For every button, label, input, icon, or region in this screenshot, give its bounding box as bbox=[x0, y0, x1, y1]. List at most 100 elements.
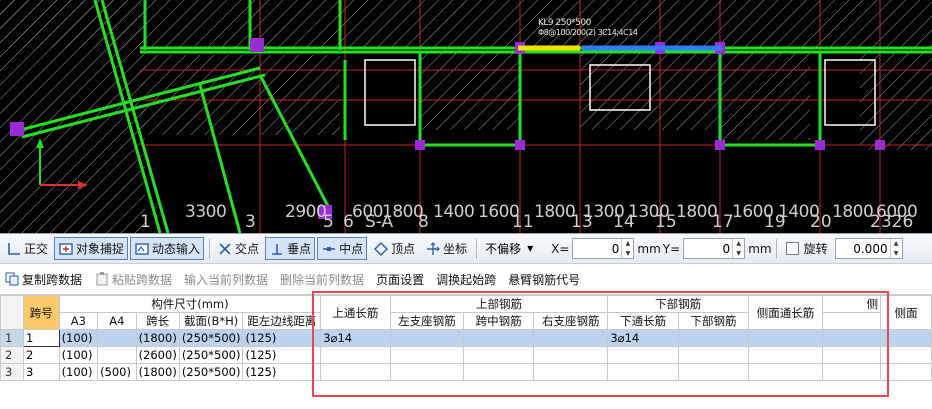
vertex-icon bbox=[374, 241, 389, 256]
left-support-cell[interactable] bbox=[389, 329, 465, 347]
span-cell[interactable]: 3 bbox=[22, 363, 60, 381]
side-through-cell[interactable] bbox=[747, 363, 824, 381]
span-cell[interactable]: 2 bbox=[22, 346, 60, 364]
span-length-cell[interactable]: (2600) bbox=[135, 346, 180, 364]
y-coordinate-input[interactable] bbox=[684, 241, 733, 256]
mid-span-cell[interactable] bbox=[463, 329, 535, 347]
midpoint-button[interactable]: 中点 bbox=[317, 237, 368, 260]
rotate-stepper[interactable]: ▲▼ bbox=[834, 238, 903, 259]
axis-label: 15 bbox=[655, 212, 677, 232]
rotate-input[interactable] bbox=[835, 241, 890, 256]
left-distance-cell[interactable]: (125) bbox=[242, 346, 322, 364]
bottom-rebar-header: 下部钢筋 bbox=[607, 295, 749, 313]
page-setup-button[interactable]: 页面设置 bbox=[376, 271, 424, 288]
col-header-section: 截面(B*H) bbox=[178, 312, 244, 330]
table-row[interactable]: 3 3 (100) (500) (1800) (250*500) (125) bbox=[0, 363, 932, 381]
offset-mode-select[interactable]: 不偏移 ▼ bbox=[482, 238, 548, 259]
span-length-cell[interactable]: (1800) bbox=[135, 363, 180, 381]
bottom-through-cell[interactable] bbox=[607, 363, 679, 381]
mid-span-cell[interactable] bbox=[463, 346, 535, 364]
x-coordinate-input[interactable] bbox=[573, 241, 622, 256]
axis-label: S-A bbox=[365, 212, 394, 232]
side-extra-cell[interactable] bbox=[880, 346, 932, 364]
side-cell[interactable] bbox=[822, 363, 882, 381]
perpendicular-button[interactable]: 垂点 bbox=[265, 237, 316, 260]
stepper-down-icon[interactable]: ▼ bbox=[622, 249, 633, 259]
a4-cell[interactable]: (500) bbox=[97, 363, 137, 381]
paste-span-button[interactable]: 粘贴跨数据 bbox=[94, 271, 172, 288]
cad-viewport[interactable]: KL9 250*500 Φ8@100/200(2) 3C14;4C14 3300… bbox=[0, 0, 932, 233]
page-setup-label: 页面设置 bbox=[376, 272, 425, 287]
row-number[interactable]: 1 bbox=[0, 329, 24, 347]
row-number[interactable]: 3 bbox=[0, 363, 24, 381]
coordinate-button[interactable]: 坐标 bbox=[421, 237, 471, 260]
stepper-down-icon[interactable]: ▼ bbox=[733, 249, 744, 259]
span-toolbar: 复制跨数据 粘贴跨数据 输入当前列数据 删除当前列数据 页面设置 调换起始跨 悬… bbox=[0, 264, 932, 295]
vertex-button[interactable]: 顶点 bbox=[369, 237, 419, 260]
left-distance-cell[interactable]: (125) bbox=[242, 363, 322, 381]
ortho-button[interactable]: 正交 bbox=[2, 237, 52, 260]
right-support-cell[interactable] bbox=[533, 346, 609, 364]
side-cell[interactable] bbox=[822, 346, 882, 364]
coordinate-icon bbox=[427, 241, 440, 255]
stepper-down-icon[interactable]: ▼ bbox=[891, 249, 902, 259]
dim-label: 2900 bbox=[285, 202, 327, 222]
paste-span-label: 粘贴跨数据 bbox=[112, 272, 173, 287]
side-through-cell[interactable] bbox=[747, 346, 824, 364]
table-row[interactable]: 2 2 (100) (2600) (250*500) (125) bbox=[0, 346, 932, 364]
section-cell[interactable]: (250*500) bbox=[178, 329, 244, 347]
span-cell[interactable]: 1 bbox=[22, 329, 60, 347]
bottom-through-cell[interactable] bbox=[607, 346, 679, 364]
span-length-cell[interactable]: (1800) bbox=[135, 329, 180, 347]
dim-label: 1800 bbox=[832, 202, 874, 222]
right-support-cell[interactable] bbox=[533, 329, 609, 347]
dynamic-input-button[interactable]: 动态输入 bbox=[130, 237, 205, 260]
object-snap-button[interactable]: 对象捕捉 bbox=[54, 237, 129, 260]
intersection-button[interactable]: 交点 bbox=[213, 237, 263, 260]
span-data-grid[interactable]: 跨号 构件尺寸(mm) 上通长筋 上部钢筋 下部钢筋 侧面通长筋 侧 侧面 A3… bbox=[0, 295, 932, 409]
stepper-up-icon[interactable]: ▲ bbox=[733, 239, 744, 249]
top-through-cell[interactable] bbox=[320, 363, 391, 381]
a4-cell[interactable] bbox=[97, 329, 137, 347]
col-header-mid-span: 跨中钢筋 bbox=[463, 312, 535, 330]
right-support-cell[interactable] bbox=[533, 363, 609, 381]
bottom-rebar-cell[interactable] bbox=[677, 329, 749, 347]
side-extra-cell[interactable] bbox=[880, 363, 932, 381]
left-support-cell[interactable] bbox=[389, 363, 465, 381]
a3-cell[interactable]: (100) bbox=[58, 363, 99, 381]
swap-start-span-button[interactable]: 调换起始跨 bbox=[436, 271, 496, 288]
bottom-rebar-cell[interactable] bbox=[677, 363, 749, 381]
side-cell[interactable] bbox=[822, 329, 882, 347]
x-coordinate-stepper[interactable]: ▲▼ bbox=[572, 238, 635, 259]
midpoint-icon bbox=[323, 246, 336, 251]
bottom-rebar-cell[interactable] bbox=[677, 346, 749, 364]
delete-column-button[interactable]: 删除当前列数据 bbox=[280, 271, 364, 288]
input-column-button[interactable]: 输入当前列数据 bbox=[184, 271, 268, 288]
intersection-icon bbox=[219, 242, 231, 255]
perpendicular-icon bbox=[272, 243, 283, 255]
a3-cell[interactable]: (100) bbox=[58, 329, 99, 347]
y-coordinate-stepper[interactable]: ▲▼ bbox=[683, 238, 746, 259]
a3-cell[interactable]: (100) bbox=[58, 346, 99, 364]
side-through-cell[interactable] bbox=[747, 329, 824, 347]
x-label: X= bbox=[551, 241, 570, 256]
top-through-cell[interactable] bbox=[320, 346, 391, 364]
row-number[interactable]: 2 bbox=[0, 346, 24, 364]
left-distance-cell[interactable]: (125) bbox=[242, 329, 322, 347]
mid-span-cell[interactable] bbox=[463, 363, 535, 381]
side-extra-cell[interactable] bbox=[880, 329, 932, 347]
copy-span-button[interactable]: 复制跨数据 bbox=[4, 271, 82, 288]
cad-drawing[interactable] bbox=[0, 0, 932, 233]
bottom-through-cell[interactable]: 3⌀14 bbox=[607, 329, 679, 347]
section-cell[interactable]: (250*500) bbox=[178, 346, 244, 364]
table-row[interactable]: 1 1 (100) (1800) (250*500) (125) 3⌀14 3⌀… bbox=[0, 329, 932, 347]
cantilever-code-button[interactable]: 悬臂钢筋代号 bbox=[508, 271, 580, 288]
left-support-cell[interactable] bbox=[389, 346, 465, 364]
top-through-cell[interactable]: 3⌀14 bbox=[320, 329, 391, 347]
section-cell[interactable]: (250*500) bbox=[178, 363, 244, 381]
input-column-label: 输入当前列数据 bbox=[184, 272, 269, 287]
a4-cell[interactable] bbox=[97, 346, 137, 364]
stepper-up-icon[interactable]: ▲ bbox=[891, 239, 902, 249]
rotate-checkbox[interactable] bbox=[785, 242, 799, 255]
stepper-up-icon[interactable]: ▲ bbox=[622, 239, 633, 249]
